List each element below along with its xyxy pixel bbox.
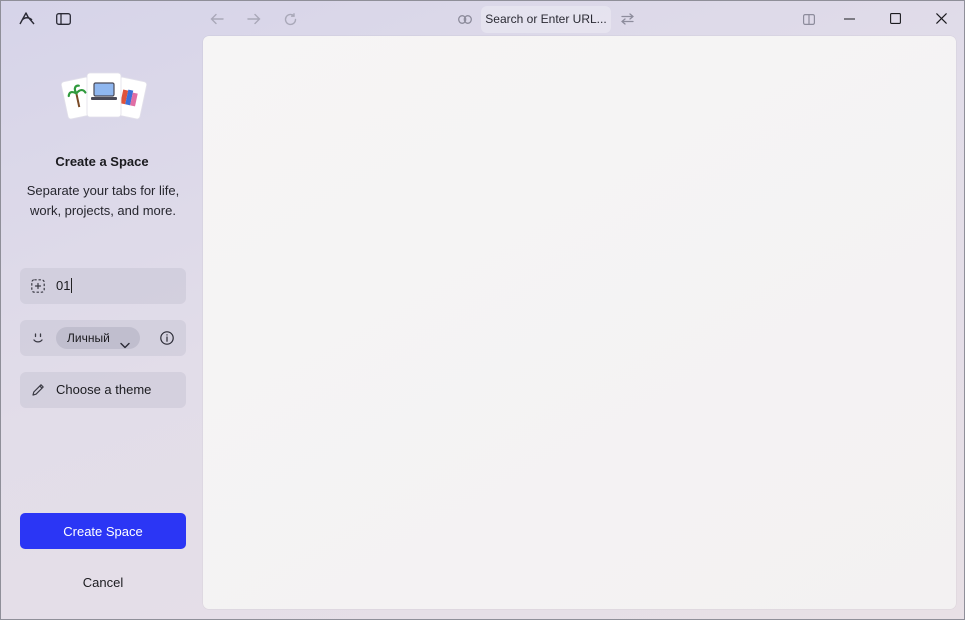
link-icon[interactable]	[453, 7, 477, 31]
create-space-panel: Create a Space Separate your tabs for li…	[1, 36, 203, 619]
panel-title: Create a Space	[55, 154, 149, 169]
profile-dropdown[interactable]: Личный	[56, 327, 140, 349]
arrow-left-icon[interactable]	[205, 7, 229, 31]
arc-logo-icon[interactable]	[15, 7, 39, 31]
text-caret	[71, 278, 73, 293]
pen-icon	[29, 381, 47, 399]
choose-theme-button[interactable]: Choose a theme	[20, 372, 186, 408]
profile-field: Личный	[20, 320, 186, 356]
create-space-button[interactable]: Create Space	[20, 513, 186, 549]
chevron-down-icon	[120, 334, 130, 356]
maximize-icon[interactable]	[872, 1, 918, 36]
split-view-icon[interactable]	[797, 7, 821, 31]
browser-window: Search or Enter URL... Create a Space Se…	[0, 0, 965, 620]
space-name-input[interactable]: 01	[20, 268, 186, 304]
url-bar[interactable]: Search or Enter URL...	[481, 6, 611, 33]
minimize-icon[interactable]	[826, 1, 872, 36]
cancel-button[interactable]: Cancel	[20, 568, 186, 598]
smiley-icon[interactable]	[29, 329, 47, 347]
sliders-icon[interactable]	[615, 7, 639, 31]
choose-theme-label: Choose a theme	[56, 382, 152, 397]
title-bar: Search or Enter URL...	[1, 1, 964, 36]
dashed-square-icon[interactable]	[29, 277, 47, 295]
arrow-right-icon[interactable]	[242, 7, 266, 31]
sidebar-toggle-icon[interactable]	[51, 7, 75, 31]
web-content-area[interactable]	[203, 36, 956, 609]
space-illustration	[60, 71, 148, 125]
profile-dropdown-value: Личный	[67, 331, 110, 345]
panel-description: Separate your tabs for life, work, proje…	[26, 183, 180, 218]
close-icon[interactable]	[918, 1, 964, 36]
reload-icon[interactable]	[278, 7, 302, 31]
info-icon[interactable]	[158, 329, 176, 347]
space-name-value[interactable]: 01	[56, 278, 70, 293]
